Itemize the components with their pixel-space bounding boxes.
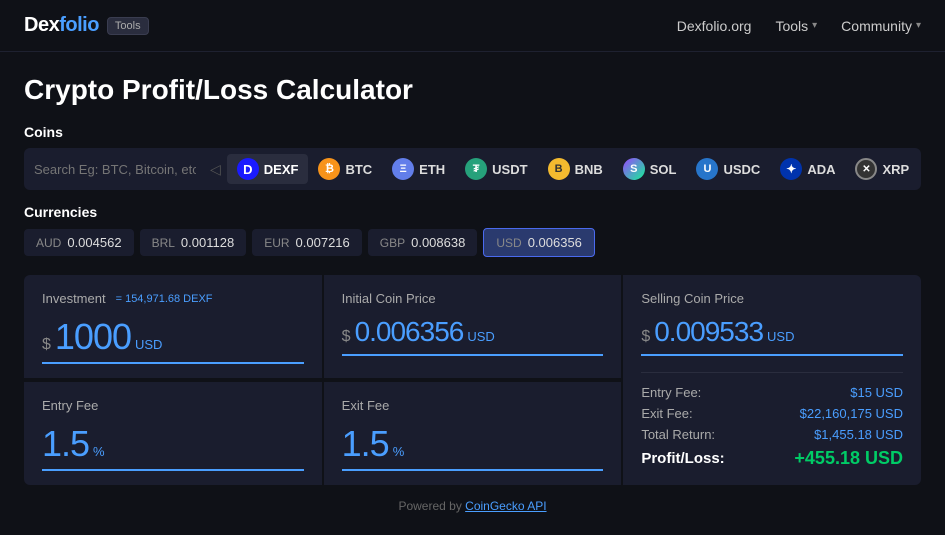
main-nav: Dexfolio.org Tools ▾ Community ▾	[677, 18, 921, 34]
investment-prefix: $	[42, 336, 51, 358]
initial-price-label: Initial Coin Price	[342, 291, 604, 306]
selling-price-section: Selling Coin Price $ 0.009533 USD	[641, 291, 903, 356]
currencies-row: AUD 0.004562 BRL 0.001128 EUR 0.007216 G…	[24, 228, 921, 257]
currency-eur[interactable]: EUR 0.007216	[252, 229, 362, 256]
coin-item-sol[interactable]: S SOL	[613, 154, 687, 184]
bnb-icon: B	[548, 158, 570, 180]
entry-fee-result: Entry Fee: $15 USD	[641, 385, 903, 400]
calculator-grid: Investment = 154,971.68 DEXF $ 1000 USD …	[24, 275, 921, 485]
currency-usd[interactable]: USD 0.006356	[483, 228, 595, 257]
entry-fee-label: Entry Fee	[42, 398, 304, 413]
eth-icon: Ξ	[392, 158, 414, 180]
coin-search-input[interactable]	[34, 162, 204, 177]
selling-price-value[interactable]: 0.009533	[654, 316, 763, 348]
coins-prev-arrow[interactable]: ◁	[204, 161, 227, 178]
exit-fee-input-row[interactable]: 1.5 %	[342, 423, 604, 471]
currency-brl[interactable]: BRL 0.001128	[140, 229, 247, 256]
ada-icon: ✦	[780, 158, 802, 180]
results-section: Entry Fee: $15 USD Exit Fee: $22,160,175…	[641, 385, 903, 469]
tools-badge: Tools	[107, 17, 149, 35]
sol-icon: S	[623, 158, 645, 180]
entry-fee-unit: %	[93, 444, 105, 465]
coin-item-eth[interactable]: Ξ ETH	[382, 154, 455, 184]
coin-item-xrp[interactable]: ✕ XRP	[845, 154, 919, 184]
exit-fee-result: Exit Fee: $22,160,175 USD	[641, 406, 903, 421]
selling-price-label: Selling Coin Price	[641, 291, 903, 306]
investment-unit: USD	[135, 337, 162, 358]
profit-value: +455.18 USD	[794, 448, 903, 469]
currency-aud[interactable]: AUD 0.004562	[24, 229, 134, 256]
coin-item-usdc[interactable]: U USDC	[686, 154, 770, 184]
xrp-icon: ✕	[855, 158, 877, 180]
coingecko-link[interactable]: CoinGecko API	[465, 499, 546, 513]
btc-icon: ₿	[318, 158, 340, 180]
currencies-label: Currencies	[24, 204, 921, 220]
initial-prefix: $	[342, 328, 351, 350]
profit-label: Profit/Loss:	[641, 450, 724, 467]
nav-dexfolio[interactable]: Dexfolio.org	[677, 18, 752, 34]
selling-price-input-row[interactable]: $ 0.009533 USD	[641, 316, 903, 356]
exit-fee-unit: %	[393, 444, 405, 465]
selling-price-unit: USD	[767, 329, 794, 350]
selling-prefix: $	[641, 328, 650, 350]
coin-item-bnb[interactable]: B BNB	[538, 154, 613, 184]
nav-community[interactable]: Community ▾	[841, 18, 921, 34]
footer: Powered by CoinGecko API	[24, 489, 921, 523]
investment-sublabel: = 154,971.68 DEXF	[116, 293, 213, 305]
coin-item-btc[interactable]: ₿ BTC	[308, 154, 382, 184]
right-col: Selling Coin Price $ 0.009533 USD Entry …	[623, 275, 921, 485]
dexf-icon: D	[237, 158, 259, 180]
community-chevron-icon: ▾	[916, 20, 921, 31]
currency-gbp[interactable]: GBP 0.008638	[368, 229, 478, 256]
coins-next-arrow[interactable]: ▷	[919, 161, 921, 178]
investment-card: Investment = 154,971.68 DEXF $ 1000 USD	[24, 275, 322, 378]
page-title: Crypto Profit/Loss Calculator	[24, 74, 921, 106]
investment-value[interactable]: 1000	[55, 316, 131, 358]
exit-fee-card: Exit Fee 1.5 %	[324, 380, 622, 485]
profit-loss-result: Profit/Loss: +455.18 USD	[641, 448, 903, 469]
exit-fee-value[interactable]: 1.5	[342, 423, 389, 465]
coin-item-ada[interactable]: ✦ ADA	[770, 154, 845, 184]
initial-price-card: Initial Coin Price $ 0.006356 USD	[324, 275, 622, 378]
investment-input-row[interactable]: $ 1000 USD	[42, 316, 304, 364]
coins-label: Coins	[24, 124, 921, 140]
entry-fee-value[interactable]: 1.5	[42, 423, 89, 465]
nav-tools[interactable]: Tools ▾	[775, 18, 817, 34]
usdt-icon: ₮	[465, 158, 487, 180]
entry-fee-input-row[interactable]: 1.5 %	[42, 423, 304, 471]
coins-row: ◁ D DEXF ₿ BTC Ξ ETH ₮ USDT B BNB S SOL	[24, 148, 921, 190]
initial-price-value[interactable]: 0.006356	[355, 316, 464, 348]
tools-chevron-icon: ▾	[812, 20, 817, 31]
initial-price-input-row[interactable]: $ 0.006356 USD	[342, 316, 604, 356]
exit-fee-label: Exit Fee	[342, 398, 604, 413]
coin-item-usdt[interactable]: ₮ USDT	[455, 154, 537, 184]
entry-fee-card: Entry Fee 1.5 %	[24, 380, 322, 485]
total-return-result: Total Return: $1,455.18 USD	[641, 427, 903, 442]
logo[interactable]: Dexfolio	[24, 14, 99, 37]
usdc-icon: U	[696, 158, 718, 180]
logo-area: Dexfolio Tools	[24, 14, 149, 37]
investment-label: Investment = 154,971.68 DEXF	[42, 291, 304, 306]
initial-price-unit: USD	[467, 329, 494, 350]
coin-item-dexf[interactable]: D DEXF	[227, 154, 309, 184]
